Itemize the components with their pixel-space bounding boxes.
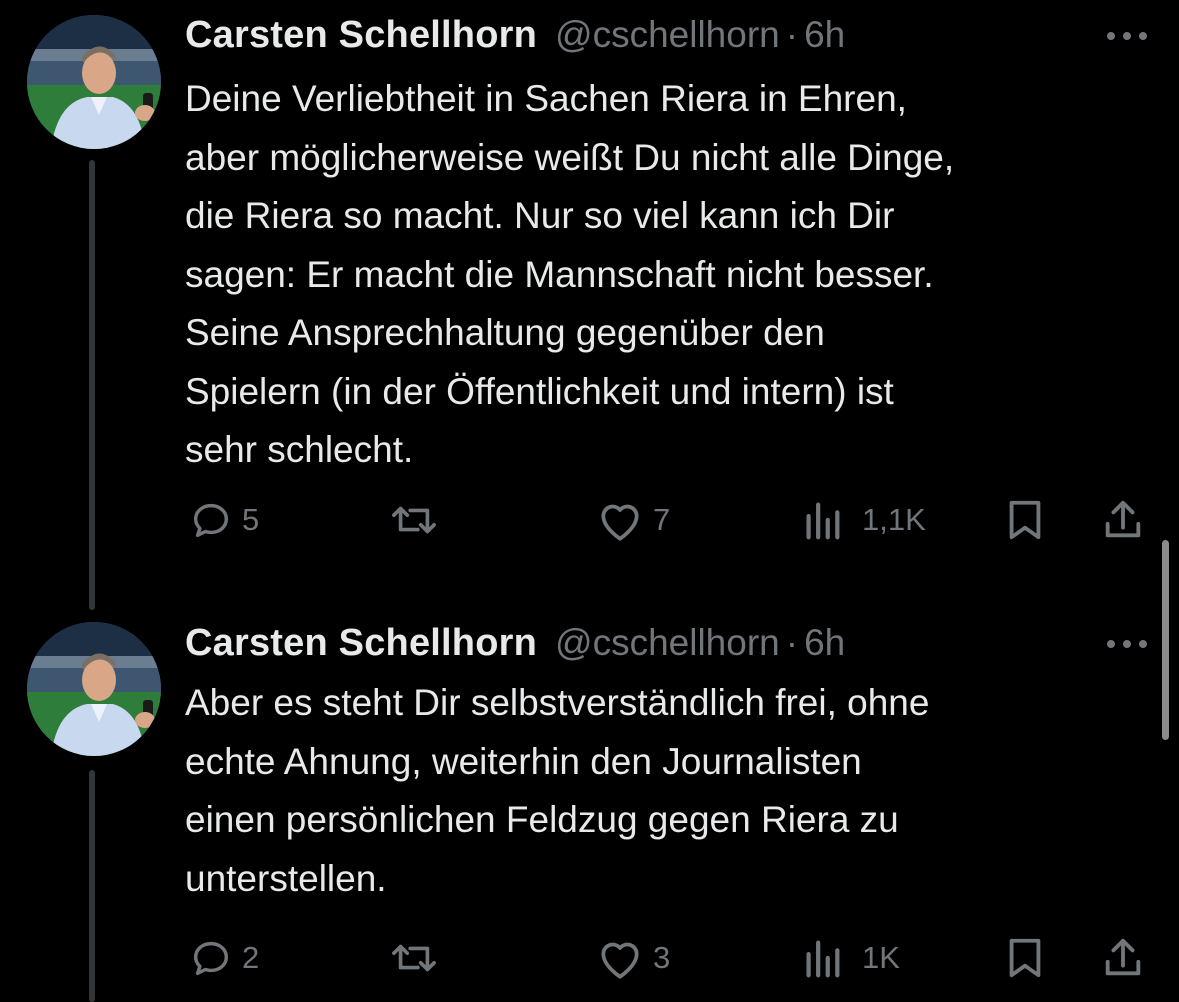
scrollbar[interactable] [1162,540,1169,740]
tweet[interactable]: Carsten Schellhorn @cschellhorn · 6h Abe… [0,608,1179,1002]
reply-button[interactable]: 5 [188,490,259,550]
speech-bubble-icon [188,935,234,981]
bookmark-icon [1003,497,1047,543]
avatar-photo [27,15,161,149]
heart-outline-icon [595,497,645,543]
share-upload-icon [1100,497,1146,543]
timestamp[interactable]: 6h [804,14,845,56]
horizontal-ellipsis-icon[interactable] [1105,634,1149,654]
tweet-thread: Carsten Schellhorn @cschellhorn · 6h Dei… [0,0,1179,1002]
retweet-button[interactable] [386,928,442,988]
tweet-header: Carsten Schellhorn @cschellhorn · 6h [185,622,845,672]
author-handle[interactable]: @cschellhorn [555,622,780,664]
like-count: 7 [653,502,671,537]
bookmark-button[interactable] [1003,928,1047,988]
tweet-header: Carsten Schellhorn @cschellhorn · 6h [185,14,845,64]
share-button[interactable] [1100,490,1146,550]
reply-count: 2 [242,940,260,975]
author-name[interactable]: Carsten Schellhorn [185,622,537,665]
like-button[interactable]: 7 [595,490,670,550]
like-button[interactable]: 3 [595,928,670,988]
view-count: 1,1K [862,502,926,537]
tweet-actions: 5 7 1,1K [0,490,1179,550]
avatar-photo [27,622,161,756]
retweet-button[interactable] [386,490,442,550]
tweet-actions: 2 3 1K [0,928,1179,988]
separator-dot: · [785,14,799,55]
tweet-text: Aber es steht Dir selbstverständlich fre… [185,682,930,899]
separator-dot: · [785,622,799,663]
bookmark-button[interactable] [1003,490,1047,550]
avatar[interactable] [27,622,161,756]
share-upload-icon [1100,935,1146,981]
author-name[interactable]: Carsten Schellhorn [185,14,537,57]
reply-count: 5 [242,502,260,537]
share-button[interactable] [1100,928,1146,988]
retweet-arrows-icon [386,935,442,981]
views-button[interactable]: 1,1K [802,490,926,550]
views-button[interactable]: 1K [802,928,900,988]
tweet[interactable]: Carsten Schellhorn @cschellhorn · 6h Dei… [0,0,1179,600]
retweet-arrows-icon [386,497,442,543]
horizontal-ellipsis-icon[interactable] [1105,26,1149,46]
reply-button[interactable]: 2 [188,928,259,988]
author-handle[interactable]: @cschellhorn [555,14,780,56]
bookmark-icon [1003,935,1047,981]
like-count: 3 [653,940,671,975]
timestamp[interactable]: 6h [804,622,845,664]
view-count: 1K [862,940,900,975]
heart-outline-icon [595,935,645,981]
speech-bubble-icon [188,497,234,543]
avatar[interactable] [27,15,161,149]
bar-chart-icon [802,935,842,981]
tweet-text: Deine Verliebtheit in Sachen Riera in Eh… [185,78,955,470]
bar-chart-icon [802,497,842,543]
